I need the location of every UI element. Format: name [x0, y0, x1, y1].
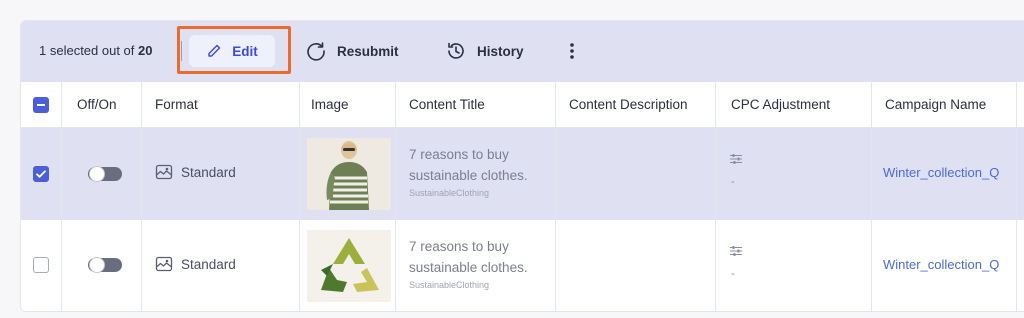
history-icon [448, 42, 464, 59]
format-label: Standard [181, 256, 236, 272]
image-format-icon [155, 164, 173, 180]
content-title-cell: 7 reasons to buy sustainable clothes. Su… [409, 236, 559, 290]
ad-image-recycle[interactable] [307, 230, 391, 302]
content-title-text: 7 reasons to buy sustainable clothes. [409, 147, 528, 183]
format-cell: Standard [155, 255, 236, 273]
content-title-cell: 7 reasons to buy sustainable clothes. Su… [409, 144, 559, 198]
history-label: History [477, 43, 524, 59]
content-brand-text: SustainableClothing [409, 280, 490, 290]
column-header-cpc-adjustment[interactable]: CPC Adjustment [731, 97, 830, 112]
refresh-icon [307, 42, 325, 61]
edit-button-highlight [177, 26, 291, 74]
column-header-image[interactable]: Image [311, 97, 349, 112]
table-row[interactable]: Standard 7 reasons to buy sustainable cl… [21, 128, 1024, 221]
content-brand-text: SustainableClothing [409, 188, 490, 198]
column-header-content-title[interactable]: Content Title [409, 97, 485, 112]
format-cell: Standard [155, 163, 236, 181]
bulk-action-toolbar: 1 selected out of 20 Edit Resubmit Histo… [21, 21, 1024, 82]
column-header-format[interactable]: Format [155, 97, 198, 112]
column-header-offon[interactable]: Off/On [77, 97, 117, 112]
resubmit-label: Resubmit [337, 43, 399, 59]
campaign-link[interactable]: Winter_collection_Q [883, 165, 999, 180]
format-label: Standard [181, 164, 236, 180]
more-vertical-icon [570, 43, 574, 59]
column-header-content-description[interactable]: Content Description [569, 97, 688, 112]
column-header-campaign-name[interactable]: Campaign Name [885, 97, 986, 112]
cpc-value: - [731, 176, 735, 188]
history-button[interactable]: History [445, 35, 524, 67]
table-header: Off/On Format Image Content Title Conten… [21, 82, 1024, 128]
ads-table-card: 1 selected out of 20 Edit Resubmit Histo… [20, 20, 1024, 312]
selection-count: 1 selected out of 20 [39, 43, 153, 58]
cpc-value: - [731, 268, 735, 280]
page: 1 selected out of 20 Edit Resubmit Histo… [0, 0, 1024, 318]
status-toggle[interactable] [88, 257, 122, 273]
sliders-icon[interactable] [729, 152, 743, 166]
ad-image-clothing[interactable] [307, 138, 391, 210]
select-all-checkbox[interactable] [33, 97, 49, 113]
more-options-button[interactable] [569, 35, 585, 67]
row-checkbox[interactable] [33, 166, 49, 182]
sliders-icon[interactable] [729, 244, 743, 258]
content-title-text: 7 reasons to buy sustainable clothes. [409, 239, 528, 275]
row-checkbox[interactable] [33, 257, 49, 273]
status-toggle[interactable] [88, 166, 122, 182]
image-format-icon [155, 256, 173, 272]
table-row[interactable]: Standard 7 reasons to buy sustainable cl… [21, 220, 1024, 311]
campaign-link[interactable]: Winter_collection_Q [883, 257, 999, 272]
checkmark-icon [36, 170, 46, 178]
resubmit-button[interactable]: Resubmit [305, 35, 399, 67]
